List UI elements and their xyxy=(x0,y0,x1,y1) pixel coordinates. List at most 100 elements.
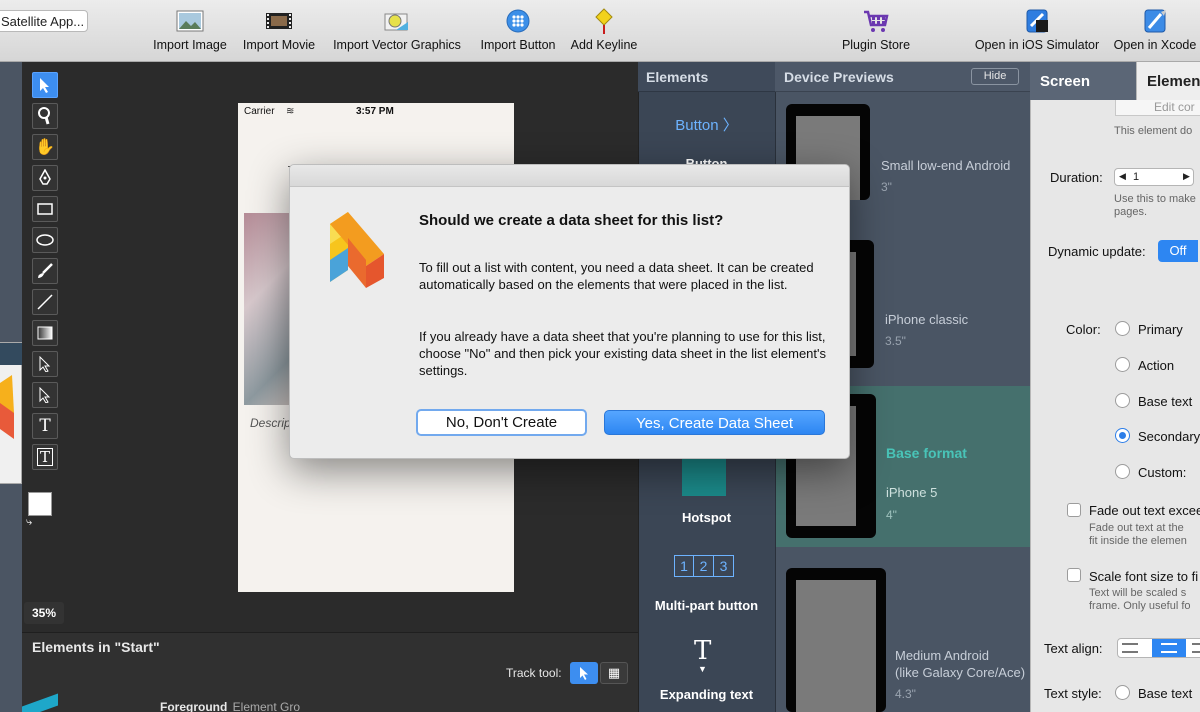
cart-icon xyxy=(864,10,889,32)
track-select-button[interactable] xyxy=(570,662,598,684)
tab-screen[interactable]: Screen xyxy=(1030,62,1136,100)
no-dont-create-button[interactable]: No, Don't Create xyxy=(416,409,587,436)
device-size-small-android: 3" xyxy=(881,180,892,194)
device-name-iphone-5: iPhone 5 xyxy=(886,485,938,500)
fill-color-swatch[interactable] xyxy=(28,492,52,516)
import-image-button[interactable]: Import Image xyxy=(150,8,230,52)
elements-in-start-title: Elements in "Start" xyxy=(32,639,160,655)
gradient-tool[interactable] xyxy=(32,320,58,346)
hand-icon: ✋ xyxy=(35,139,55,156)
color-radio-primary[interactable] xyxy=(1115,321,1130,336)
multipart-element-preview[interactable]: 1 2 3 xyxy=(674,555,734,577)
ellipse-icon xyxy=(36,234,54,246)
edit-content-button[interactable]: Edit cor xyxy=(1115,100,1200,116)
keyline-icon xyxy=(595,8,613,34)
button-element-preview[interactable]: Button 〉 xyxy=(638,114,775,135)
app-name-field[interactable]: Satellite App... xyxy=(0,10,88,32)
open-xcode-button[interactable]: Open in Xcode xyxy=(1110,8,1200,52)
direct-select-tool[interactable] xyxy=(32,351,58,377)
dialog-paragraph-1: To fill out a list with content, you nee… xyxy=(419,260,814,292)
track-clapper-button[interactable]: ▦ xyxy=(600,662,628,684)
dynamic-update-toggle[interactable]: Off xyxy=(1158,240,1198,262)
clapper-icon: ▦ xyxy=(607,665,621,680)
layer-name: Foreground xyxy=(160,700,228,712)
group-select-icon xyxy=(39,387,51,403)
text-box-tool[interactable]: T xyxy=(32,444,58,470)
hide-previews-button[interactable]: Hide xyxy=(971,68,1019,85)
open-xcode-label: Open in Xcode xyxy=(1113,38,1197,52)
app-logo-partial xyxy=(0,343,22,439)
import-movie-button[interactable]: Import Movie xyxy=(238,8,320,52)
add-keyline-button[interactable]: Add Keyline xyxy=(566,8,642,52)
decrement-icon[interactable]: ◀ xyxy=(1119,171,1126,182)
scale-font-note-1: Text will be scaled s xyxy=(1089,587,1187,599)
tool-palette: ✋ T T ⤷ xyxy=(22,62,66,632)
color-radio-secondary[interactable] xyxy=(1115,428,1130,443)
color-radio-custom[interactable] xyxy=(1115,464,1130,479)
device-medium-android[interactable] xyxy=(786,568,886,712)
duration-value: 1 xyxy=(1133,171,1140,183)
color-option-action: Action xyxy=(1138,358,1175,373)
align-right-icon[interactable] xyxy=(1192,643,1200,653)
text-align-label: Text align: xyxy=(1044,641,1103,656)
zoom-level[interactable]: 35% xyxy=(24,602,64,624)
background-card xyxy=(0,342,22,484)
hand-tool[interactable]: ✋ xyxy=(32,134,58,160)
text-icon: T xyxy=(39,416,51,436)
layer-row[interactable]: Foreground Element Gro xyxy=(160,700,300,712)
chevron-right-icon: 〉 xyxy=(722,117,738,134)
import-movie-label: Import Movie xyxy=(242,38,316,52)
color-option-secondary: Secondary xyxy=(1138,429,1200,444)
text-style-value: Base text xyxy=(1138,686,1193,701)
align-center-icon[interactable] xyxy=(1152,639,1186,657)
rectangle-icon xyxy=(37,203,53,215)
import-vector-button[interactable]: Import Vector Graphics xyxy=(326,8,468,52)
text-style-label: Text style: xyxy=(1044,686,1102,701)
element-label-hotspot: Hotspot xyxy=(681,510,732,525)
expanding-text-icon[interactable]: T xyxy=(694,636,711,666)
button-icon xyxy=(506,9,530,33)
inspector-panel xyxy=(1030,62,1200,712)
line-tool[interactable] xyxy=(32,289,58,315)
color-radio-action[interactable] xyxy=(1115,357,1130,372)
color-radio-base-text[interactable] xyxy=(1115,393,1130,408)
yes-create-data-sheet-button[interactable]: Yes, Create Data Sheet xyxy=(604,410,825,435)
pen-icon xyxy=(39,169,51,185)
arrow-icon xyxy=(40,78,49,93)
group-select-tool[interactable] xyxy=(32,382,58,408)
dialog-title-bar xyxy=(290,165,849,187)
gradient-icon xyxy=(37,326,53,340)
fade-out-checkbox[interactable] xyxy=(1067,503,1081,517)
rectangle-tool[interactable] xyxy=(32,196,58,222)
open-ios-simulator-button[interactable]: Open in iOS Simulator xyxy=(970,8,1104,52)
line-icon xyxy=(37,294,53,310)
pen-tool[interactable] xyxy=(32,165,58,191)
text-align-segmented[interactable] xyxy=(1117,638,1200,658)
app-logo xyxy=(330,212,384,288)
ellipse-tool[interactable] xyxy=(32,227,58,253)
dialog-title: Should we create a data sheet for this l… xyxy=(419,212,724,229)
multipart-digit-3: 3 xyxy=(714,555,734,577)
tab-elements[interactable]: Elements xyxy=(1136,62,1200,100)
scale-font-checkbox[interactable] xyxy=(1067,568,1081,582)
text-tool[interactable]: T xyxy=(32,413,58,439)
duration-stepper[interactable]: ◀ 1 ▶ xyxy=(1114,168,1194,186)
brush-tool[interactable] xyxy=(32,258,58,284)
select-tool[interactable] xyxy=(32,72,58,98)
increment-icon[interactable]: ▶ xyxy=(1183,171,1190,182)
swap-colors-icon[interactable]: ⤷ xyxy=(26,516,32,529)
arrow-icon xyxy=(580,667,588,680)
base-format-label: Base format xyxy=(886,445,967,461)
import-button-button[interactable]: Import Button xyxy=(474,8,562,52)
fade-out-note-1: Fade out text at the xyxy=(1089,522,1184,534)
text-style-radio[interactable] xyxy=(1115,685,1130,700)
plugin-store-label: Plugin Store xyxy=(841,38,911,52)
dialog-paragraph-2: If you already have a data sheet that yo… xyxy=(419,329,826,378)
main-toolbar: Satellite App... Import Image Import Mov… xyxy=(0,0,1200,62)
layer-type: Element Gro xyxy=(232,700,301,712)
multipart-digit-1: 1 xyxy=(674,555,694,577)
plugin-store-button[interactable]: Plugin Store xyxy=(838,8,914,52)
zoom-tool[interactable] xyxy=(32,103,58,129)
import-image-label: Import Image xyxy=(153,38,227,52)
align-left-icon[interactable] xyxy=(1122,643,1138,653)
